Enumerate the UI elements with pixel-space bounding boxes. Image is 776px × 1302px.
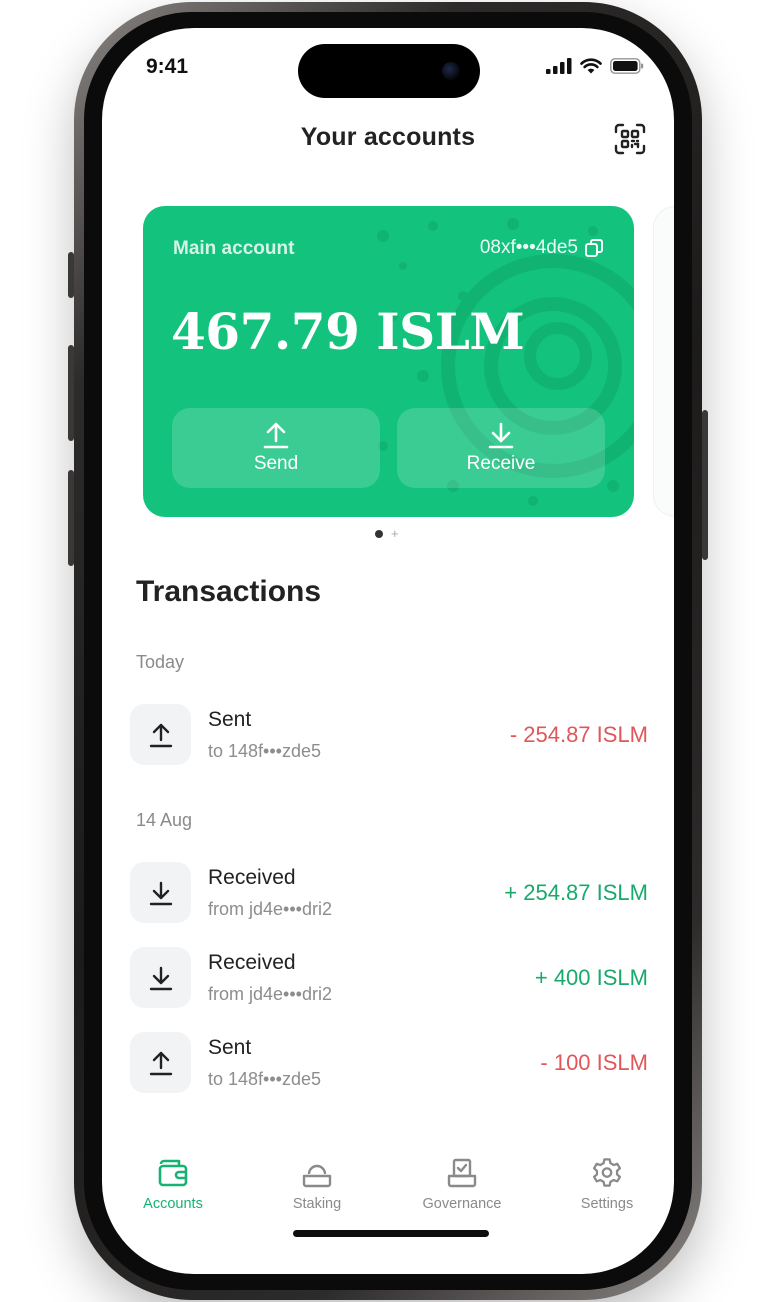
bottom-tab-bar: Accounts Staking Governance Settings [102, 1158, 674, 1228]
status-time: 9:41 [146, 55, 189, 78]
cellular-signal-icon [546, 58, 572, 74]
send-button[interactable]: Send [172, 408, 380, 488]
account-card[interactable]: Main account 08xf•••4de5 467.79 ISLM Sen… [143, 206, 634, 517]
front-camera [442, 62, 460, 80]
tab-label: Settings [580, 1196, 634, 1212]
account-balance: 467.79 ISLM [171, 302, 525, 361]
receive-button[interactable]: Receive [397, 408, 605, 488]
ballot-icon [447, 1158, 477, 1188]
account-name: Main account [173, 238, 295, 259]
qr-scan-icon [614, 123, 646, 155]
tab-label: Governance [422, 1196, 502, 1212]
transaction-row[interactable]: Received from jd4e•••dri2 + 254.87 ISLM [130, 862, 648, 926]
tab-label: Staking [292, 1196, 342, 1212]
staking-icon [302, 1164, 332, 1188]
group-label-date: 14 Aug [136, 810, 193, 830]
tab-accounts[interactable]: Accounts [108, 1158, 238, 1212]
app-screen: 9:41 Your accounts Main account 08xf•••4… [102, 28, 674, 1274]
transaction-icon-box [130, 862, 191, 923]
transaction-amount: + 400 ISLM [534, 965, 648, 990]
upload-icon [263, 422, 289, 449]
transaction-counterparty: to 148f•••zde5 [208, 741, 321, 761]
transaction-counterparty: from jd4e•••dri2 [208, 984, 332, 1004]
download-icon [149, 966, 172, 990]
transaction-counterparty: to 148f•••zde5 [208, 1069, 321, 1089]
transactions-title: Transactions [136, 575, 322, 608]
transaction-row[interactable]: Received from jd4e•••dri2 + 400 ISLM [130, 947, 648, 1011]
tab-label: Accounts [143, 1196, 203, 1212]
account-address[interactable]: 08xf•••4de5 [480, 237, 604, 259]
tab-staking[interactable]: Staking [252, 1158, 382, 1212]
tab-governance[interactable]: Governance [397, 1158, 527, 1212]
download-icon [488, 422, 514, 449]
battery-icon [610, 58, 644, 74]
volume-up-button [68, 345, 74, 441]
group-label-today: Today [136, 652, 185, 672]
receive-button-label: Receive [466, 453, 536, 474]
transaction-icon-box [130, 704, 191, 765]
gear-icon [592, 1158, 622, 1187]
next-account-card-peek[interactable] [653, 206, 674, 517]
wallet-icon [158, 1159, 188, 1187]
transaction-counterparty: from jd4e•••dri2 [208, 899, 332, 919]
pager-dot-active[interactable] [375, 530, 383, 538]
transaction-title: Sent [208, 1036, 252, 1059]
tab-settings[interactable]: Settings [542, 1158, 672, 1212]
transaction-icon-box [130, 947, 191, 1008]
transaction-amount: - 254.87 ISLM [509, 722, 648, 747]
upload-icon [149, 723, 172, 747]
pager-add-icon[interactable]: + [391, 527, 399, 540]
transaction-amount: - 100 ISLM [540, 1050, 648, 1075]
status-bar: 9:41 [102, 28, 674, 108]
transaction-icon-box [130, 1032, 191, 1093]
page-title: Your accounts [300, 123, 476, 151]
wifi-icon [580, 58, 602, 74]
account-address-text: 08xf•••4de5 [479, 237, 578, 258]
upload-icon [149, 1051, 172, 1075]
power-button [702, 410, 708, 560]
transaction-row[interactable]: Sent to 148f•••zde5 - 254.87 ISLM [130, 704, 648, 768]
home-indicator[interactable] [293, 1230, 489, 1237]
card-pager[interactable]: + [375, 527, 399, 540]
send-button-label: Send [253, 453, 299, 474]
status-icons [546, 58, 644, 74]
action-button [68, 252, 74, 298]
qr-scan-button[interactable] [614, 123, 646, 155]
dynamic-island [298, 44, 480, 98]
copy-icon[interactable] [584, 238, 604, 258]
transaction-title: Sent [208, 708, 252, 731]
transaction-title: Received [208, 951, 296, 974]
transaction-title: Received [208, 866, 296, 889]
transaction-amount: + 254.87 ISLM [504, 880, 648, 905]
transaction-row[interactable]: Sent to 148f•••zde5 - 100 ISLM [130, 1032, 648, 1096]
download-icon [149, 881, 172, 905]
volume-down-button [68, 470, 74, 566]
